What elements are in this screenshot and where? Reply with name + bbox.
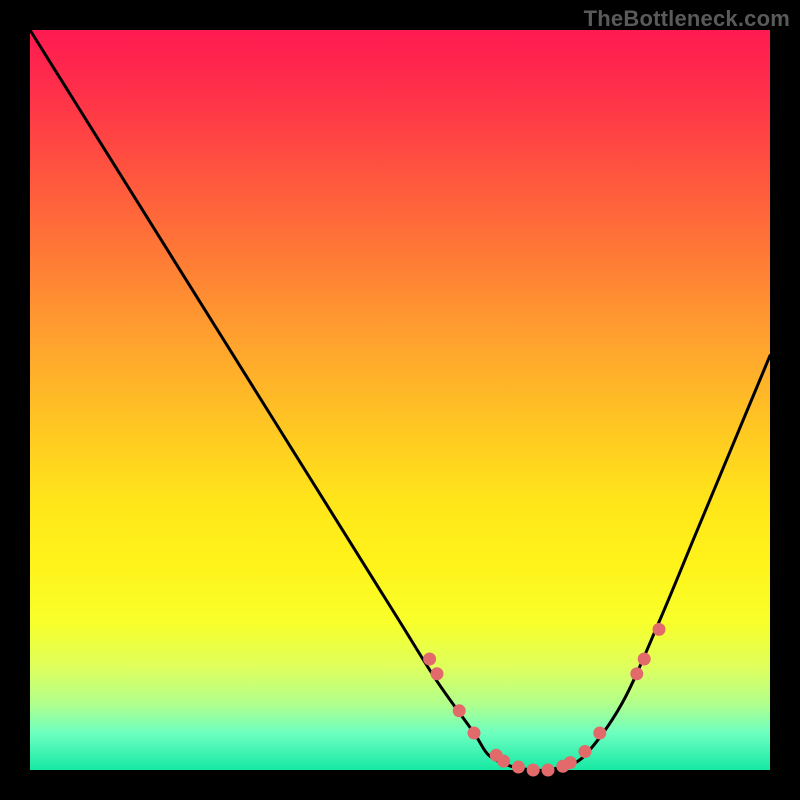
curve-marker (527, 764, 540, 777)
curve-marker (431, 667, 444, 680)
curve-marker (579, 745, 592, 758)
curve-marker (512, 761, 525, 774)
watermark-text: TheBottleneck.com (584, 6, 790, 32)
curve-marker (593, 727, 606, 740)
curve-marker (630, 667, 643, 680)
curve-marker (497, 755, 510, 768)
bottleneck-curve (30, 30, 770, 770)
curve-marker (638, 653, 651, 666)
curve-marker (564, 756, 577, 769)
curve-marker (468, 727, 481, 740)
curve-marker (423, 653, 436, 666)
curve-marker (653, 623, 666, 636)
curve-marker (453, 704, 466, 717)
curve-marker (542, 764, 555, 777)
